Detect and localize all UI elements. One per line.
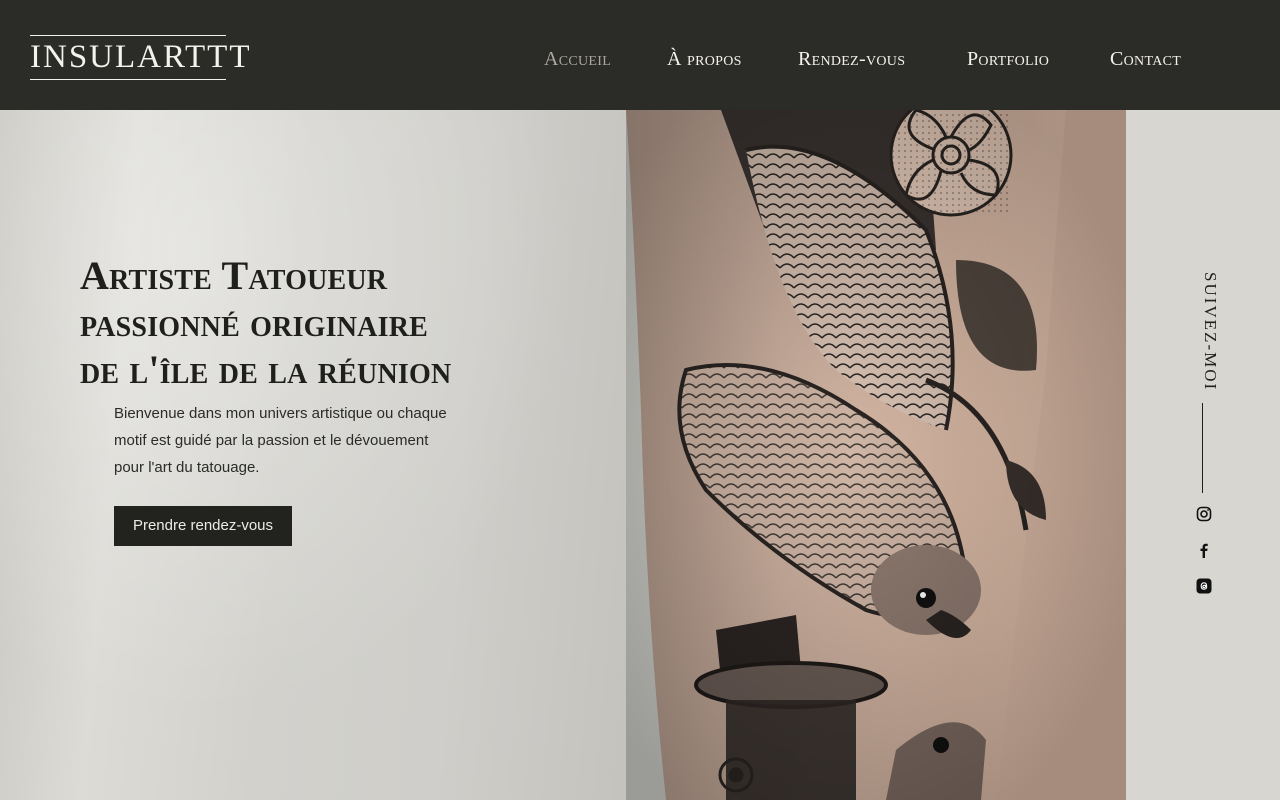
hero-description: Bienvenue dans mon univers artistique ou…: [114, 405, 447, 476]
hero-title-line: passionné originaire: [80, 300, 428, 345]
nav-item-contact[interactable]: Contact: [1110, 48, 1181, 71]
social-rail: [1126, 110, 1280, 800]
site-logo[interactable]: INSULARTTT: [30, 35, 250, 80]
nav-item-accueil[interactable]: Accueil: [544, 48, 611, 71]
hero-title-line: de l'île de la réunion: [80, 347, 452, 392]
hero-title: Artiste Tatoueur passionné originaire de…: [80, 252, 550, 393]
nav-item-a-propos[interactable]: À propos: [667, 48, 742, 71]
threads-icon[interactable]: [1195, 577, 1213, 595]
book-appointment-button[interactable]: Prendre rendez-vous: [114, 506, 292, 546]
tattoo-illustration: [626, 110, 1126, 800]
rail-divider: [1202, 403, 1203, 493]
tattoo-arm-image: [626, 110, 1126, 800]
site-header: INSULARTTT Accueil À propos Rendez-vous …: [0, 0, 1280, 110]
hero-title-line: Artiste Tatoueur: [80, 253, 388, 298]
follow-me-label: Suivez-moi: [1201, 272, 1220, 392]
nav-item-portfolio[interactable]: Portfolio: [967, 48, 1049, 71]
instagram-icon[interactable]: [1195, 505, 1213, 523]
nav-item-rendez-vous[interactable]: Rendez-vous: [798, 48, 905, 71]
facebook-icon[interactable]: [1195, 541, 1213, 559]
